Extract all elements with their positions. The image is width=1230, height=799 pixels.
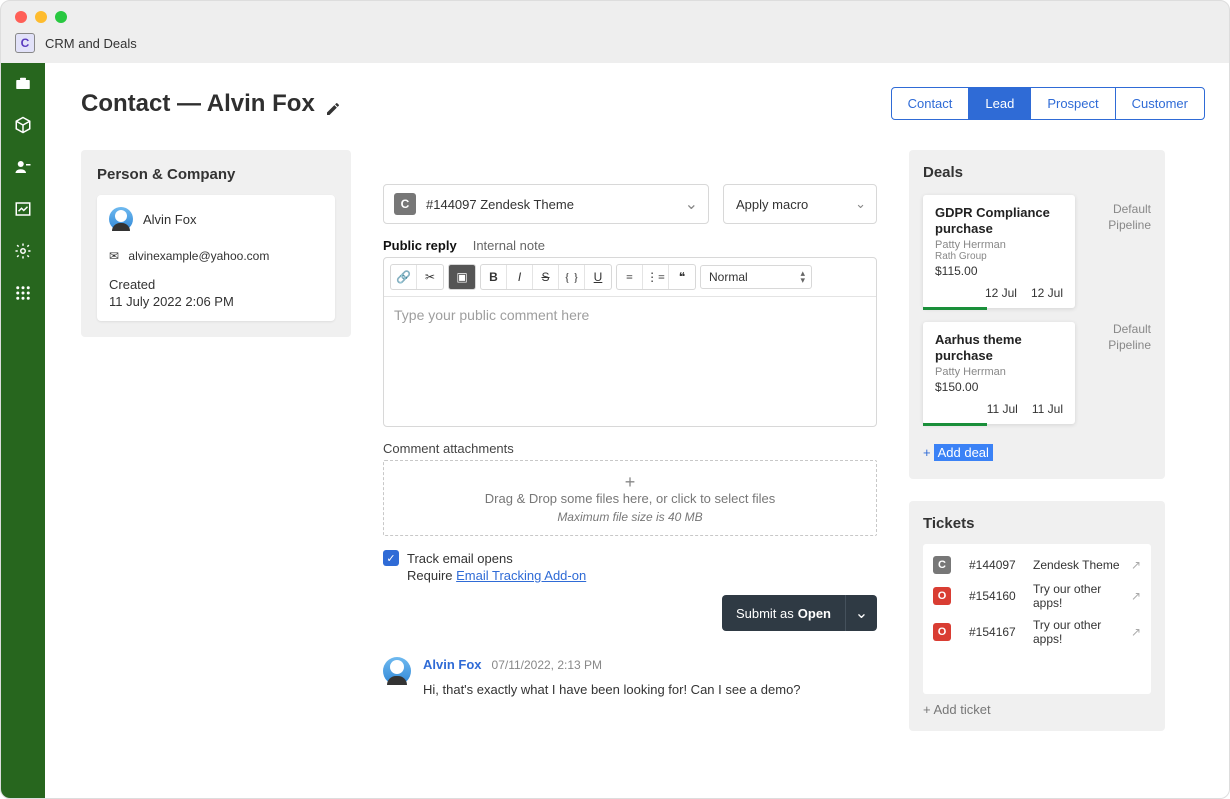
list-ul-icon[interactable]: ≡ — [617, 265, 643, 289]
stage-tabs: Contact Lead Prospect Customer — [891, 87, 1205, 120]
submit-dropdown-button[interactable]: ⌄ — [845, 595, 877, 631]
chevron-down-icon: ⌄ — [685, 194, 698, 214]
edit-icon[interactable] — [325, 96, 341, 112]
app-logo-icon: C — [15, 33, 35, 53]
italic-button[interactable]: I — [507, 265, 533, 289]
tab-internal-note[interactable]: Internal note — [473, 238, 545, 253]
ticket-selector[interactable]: C #144097 Zendesk Theme ⌄ — [383, 184, 709, 224]
deals-panel: Deals DefaultPipeline DefaultPipeline GD… — [909, 150, 1165, 479]
strike-button[interactable]: S — [533, 265, 559, 289]
ticket-row[interactable]: O #154167 Try our other apps! ↗ — [933, 618, 1141, 646]
tab-lead[interactable]: Lead — [969, 88, 1031, 119]
sidebar — [1, 63, 45, 798]
list-ol-icon[interactable]: ⋮≡ — [643, 265, 669, 289]
panel-title: Person & Company — [97, 166, 335, 183]
format-select[interactable]: Normal ▴▾ — [700, 265, 812, 289]
close-dot[interactable] — [15, 11, 27, 23]
plus-icon: + — [625, 473, 636, 491]
chart-icon[interactable] — [13, 199, 33, 219]
attachments-dropzone[interactable]: + Drag & Drop some files here, or click … — [383, 460, 877, 536]
status-badge: O — [933, 587, 951, 605]
external-link-icon[interactable]: ↗ — [1131, 589, 1141, 603]
apply-macro-select[interactable]: Apply macro ⌄ — [723, 184, 877, 224]
window-traffic-lights — [1, 1, 1229, 33]
gear-icon[interactable] — [13, 241, 33, 261]
comment-editor: 🔗 ✂ ▣ B I S { } — [383, 257, 877, 427]
editor-toolbar: 🔗 ✂ ▣ B I S { } — [384, 258, 876, 297]
ticket-row[interactable]: C #144097 Zendesk Theme ↗ — [933, 556, 1141, 574]
ticket-selector-text: #144097 Zendesk Theme — [426, 197, 574, 212]
external-link-icon[interactable]: ↗ — [1131, 625, 1141, 639]
email-tracking-addon-link[interactable]: Email Tracking Add-on — [456, 568, 586, 583]
external-link-icon[interactable]: ↗ — [1131, 558, 1141, 572]
pipeline-label: DefaultPipeline — [1108, 202, 1151, 233]
ticket-row[interactable]: O #154160 Try our other apps! ↗ — [933, 582, 1141, 610]
attachments-label: Comment attachments — [383, 441, 877, 456]
briefcase-icon[interactable] — [13, 73, 33, 93]
created-label: Created — [109, 277, 323, 292]
tickets-title: Tickets — [923, 515, 1151, 532]
deal-card[interactable]: Aarhus theme purchase Patty Herrman $150… — [923, 322, 1075, 424]
person-company-panel: Person & Company Alvin Fox ✉ alvinexampl… — [81, 150, 351, 337]
underline-button[interactable]: U — [585, 265, 611, 289]
tab-customer[interactable]: Customer — [1116, 88, 1204, 119]
envelope-icon: ✉ — [109, 249, 119, 263]
minimize-dot[interactable] — [35, 11, 47, 23]
user-minus-icon[interactable] — [13, 157, 33, 177]
tickets-panel: Tickets C #144097 Zendesk Theme ↗ O — [909, 501, 1165, 731]
link-icon[interactable]: 🔗 — [391, 265, 417, 289]
add-ticket-button[interactable]: + Add ticket — [923, 702, 1151, 717]
updown-icon: ▴▾ — [800, 270, 805, 284]
tab-contact[interactable]: Contact — [892, 88, 970, 119]
code-button[interactable]: { } — [559, 265, 585, 289]
app-title: CRM and Deals — [45, 36, 137, 51]
require-addon-text: Require Email Tracking Add-on — [407, 568, 877, 583]
avatar-icon — [109, 207, 133, 231]
email-row: ✉ alvinexample@yahoo.com — [109, 249, 323, 263]
add-deal-button[interactable]: + Add deal — [923, 444, 1151, 461]
comment-author[interactable]: Alvin Fox — [423, 657, 482, 672]
app-bar: C CRM and Deals — [1, 33, 1229, 63]
submit-button[interactable]: Submit as Open — [722, 595, 845, 631]
zoom-dot[interactable] — [55, 11, 67, 23]
track-email-label: Track email opens — [407, 551, 513, 566]
status-badge: C — [394, 193, 416, 215]
image-icon[interactable]: ▣ — [449, 265, 475, 289]
bold-button[interactable]: B — [481, 265, 507, 289]
chevron-down-icon: ⌄ — [855, 196, 866, 212]
quote-icon[interactable]: ❝ — [669, 265, 695, 289]
track-email-checkbox[interactable]: ✓ — [383, 550, 399, 566]
tab-prospect[interactable]: Prospect — [1031, 88, 1115, 119]
pipeline-label: DefaultPipeline — [1108, 322, 1151, 353]
person-name: Alvin Fox — [143, 212, 196, 227]
comment-date: 07/11/2022, 2:13 PM — [492, 658, 603, 672]
status-badge: C — [933, 556, 951, 574]
created-date: 11 July 2022 2:06 PM — [109, 294, 323, 309]
person-card[interactable]: Alvin Fox ✉ alvinexample@yahoo.com Creat… — [97, 195, 335, 321]
comment-text: Hi, that's exactly what I have been look… — [423, 682, 801, 697]
unlink-icon[interactable]: ✂ — [417, 265, 443, 289]
tab-public-reply[interactable]: Public reply — [383, 238, 457, 253]
avatar-icon — [383, 657, 411, 685]
apps-grid-icon[interactable] — [13, 283, 33, 303]
cube-icon[interactable] — [13, 115, 33, 135]
deals-title: Deals — [923, 164, 1151, 181]
ticket-list: C #144097 Zendesk Theme ↗ O #154160 Try … — [923, 544, 1151, 694]
editor-textarea[interactable]: Type your public comment here — [384, 297, 876, 426]
deal-card[interactable]: GDPR Compliance purchase Patty Herrman R… — [923, 195, 1075, 308]
person-email: alvinexample@yahoo.com — [128, 249, 269, 263]
comment-item: Alvin Fox 07/11/2022, 2:13 PM Hi, that's… — [383, 657, 877, 697]
plus-icon: + — [923, 445, 931, 460]
page-title: Contact — Alvin Fox — [81, 90, 341, 118]
status-badge: O — [933, 623, 951, 641]
